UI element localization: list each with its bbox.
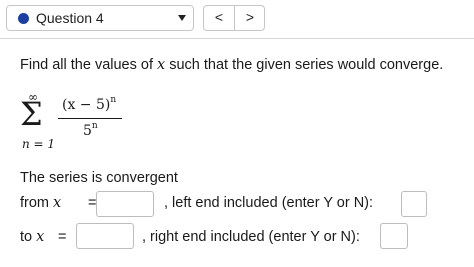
prompt-before: Find all the values of [20, 57, 158, 73]
to-variable: x [36, 229, 45, 245]
series-numerator: (x − 5)n [62, 95, 116, 113]
left-end-field[interactable] [401, 191, 427, 217]
chevron-left-icon[interactable]: < [204, 6, 234, 30]
to-word: to [20, 229, 37, 245]
to-equals: = [58, 229, 67, 245]
from-variable: x [53, 195, 62, 211]
series-denominator: 5n [83, 121, 98, 139]
right-end-field[interactable] [380, 223, 408, 249]
left-end-input[interactable] [402, 192, 426, 216]
status-dot-icon [18, 13, 29, 24]
question-nav: < > [203, 5, 265, 31]
to-label: to x [20, 229, 44, 245]
caret-down-icon [178, 15, 186, 21]
header-divider [0, 38, 474, 39]
question-header: Question 4 < > [0, 0, 474, 38]
question-prompt: Find all the values of x such that the g… [20, 57, 443, 73]
prompt-variable: x [157, 57, 166, 73]
sum-lower-limit: n = 1 [22, 137, 56, 151]
question-selector[interactable]: Question 4 [6, 5, 194, 31]
denominator-base: 5 [83, 123, 92, 139]
series-convergent-text: The series is convergent [20, 170, 178, 186]
to-value-input[interactable] [77, 224, 133, 248]
denominator-exponent: n [91, 121, 98, 131]
to-value-field[interactable] [76, 223, 134, 249]
from-label: from x [20, 195, 61, 211]
from-word: from [20, 195, 54, 211]
from-value-field[interactable] [96, 191, 154, 217]
question-label: Question 4 [36, 10, 104, 26]
prompt-after: such that the given series would converg… [165, 57, 444, 73]
numerator-base: (x − 5) [62, 97, 111, 113]
fraction-bar [58, 118, 122, 119]
chevron-right-icon[interactable]: > [234, 6, 265, 30]
left-end-label: , left end included (enter Y or N): [164, 195, 374, 211]
numerator-exponent: n [110, 95, 117, 105]
right-end-label: , right end included (enter Y or N): [142, 229, 360, 245]
from-value-input[interactable] [97, 192, 153, 216]
sigma-icon: Σ [20, 95, 43, 133]
right-end-input[interactable] [381, 224, 407, 248]
